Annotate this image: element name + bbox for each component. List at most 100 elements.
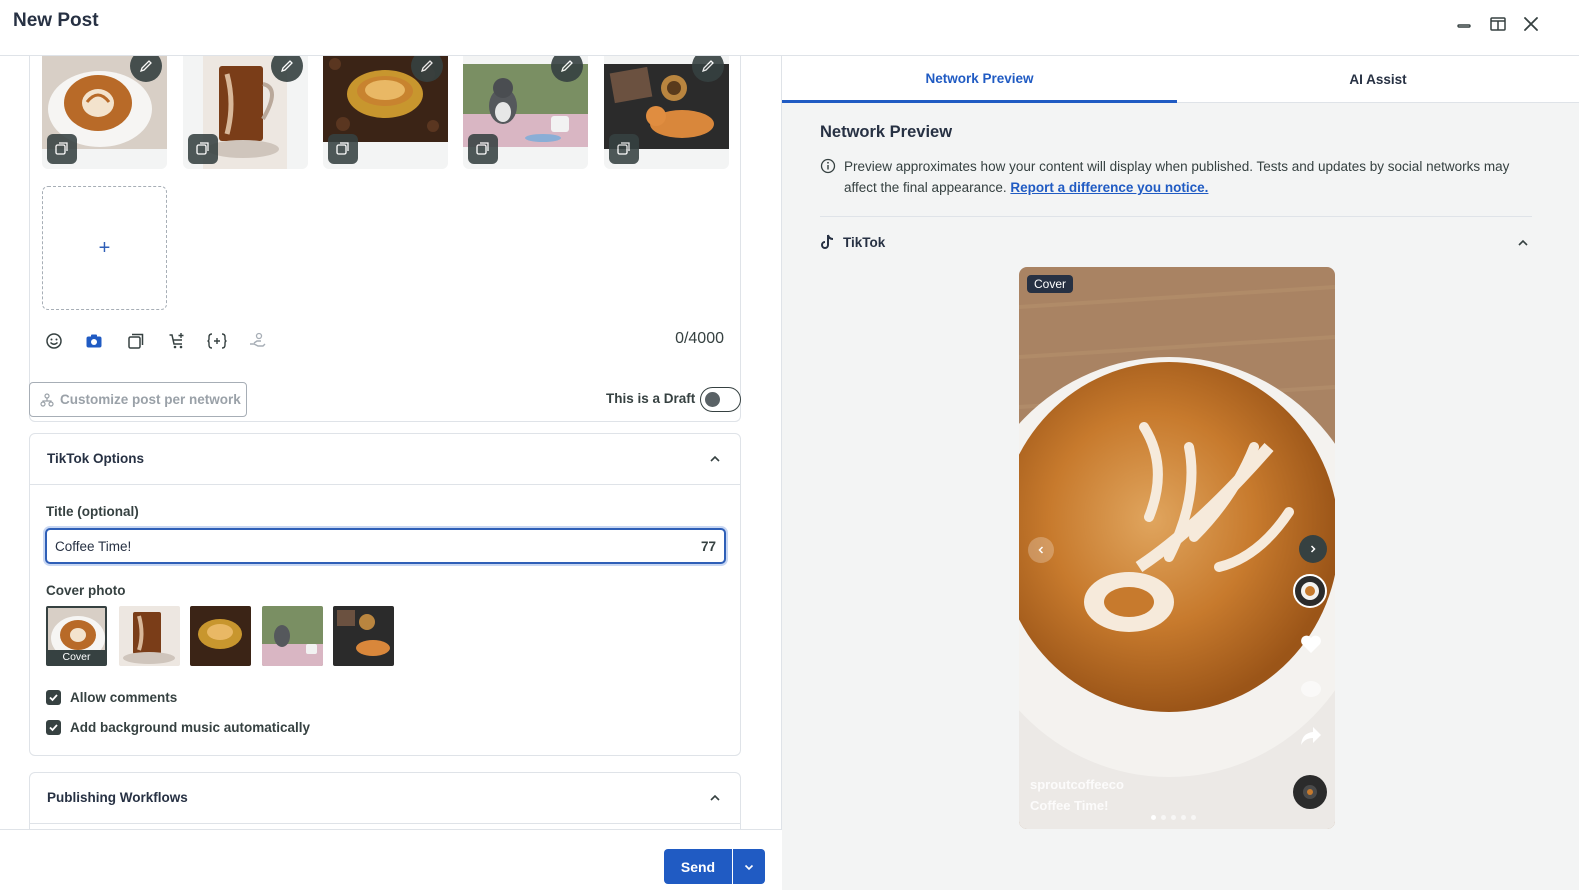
chevron-down-icon [744, 864, 754, 870]
section-title: TikTok Options [47, 451, 145, 466]
customize-per-network-button[interactable]: Customize post per network [29, 382, 247, 417]
like-button[interactable] [1297, 631, 1325, 657]
cover-option-2[interactable] [119, 606, 180, 666]
new-post-window: New Post + 0/4000 Customize post per net… [0, 0, 1579, 890]
background-music-label: Add background music automatically [70, 720, 311, 735]
media-thumbnail[interactable] [463, 56, 588, 169]
pencil-icon [139, 60, 152, 73]
cover-option-3[interactable] [190, 606, 251, 666]
add-media-button[interactable]: + [42, 186, 167, 310]
edit-media-button[interactable] [271, 56, 303, 82]
camera-button[interactable] [83, 330, 105, 352]
compose-column: + 0/4000 Customize post per network This… [0, 56, 782, 890]
copy-icon [336, 142, 349, 155]
slide-dot [1161, 815, 1166, 820]
slide-dot [1181, 815, 1186, 820]
media-thumbnail[interactable] [323, 56, 448, 169]
slide-dot [1171, 815, 1176, 820]
preview-handle: sproutcoffeeco [1030, 777, 1124, 792]
pencil-icon [420, 60, 433, 73]
heart-icon [1301, 635, 1321, 653]
send-options-button[interactable] [733, 849, 765, 884]
maximize-button[interactable] [1487, 13, 1509, 35]
comment-icon [1301, 681, 1321, 697]
tab-network-preview[interactable]: Network Preview [782, 56, 1177, 103]
variables-button[interactable] [206, 330, 228, 352]
share-button[interactable] [1297, 723, 1325, 749]
allow-comments-row[interactable]: Allow comments [46, 690, 177, 705]
report-difference-link[interactable]: Report a difference you notice. [1010, 180, 1208, 195]
allow-comments-label: Allow comments [70, 690, 178, 705]
emoji-button[interactable] [43, 330, 65, 352]
media-thumbnail[interactable] [42, 56, 167, 169]
tiktok-options-header[interactable]: TikTok Options [30, 434, 740, 485]
gallery-icon [128, 333, 144, 349]
comment-button[interactable] [1297, 677, 1325, 703]
pencil-icon [280, 60, 293, 73]
duplicate-media-button[interactable] [468, 134, 498, 164]
network-icon [40, 392, 54, 407]
draft-toggle[interactable] [700, 387, 741, 412]
preview-title: Network Preview [820, 123, 953, 141]
preview-caption: Coffee Time! [1030, 798, 1109, 813]
next-slide-button[interactable] [1299, 535, 1327, 563]
music-disc [1293, 775, 1327, 809]
chevron-up-icon[interactable] [1516, 236, 1530, 250]
profile-avatar [1293, 574, 1327, 608]
chevron-right-icon [1310, 545, 1316, 553]
allow-comments-checkbox[interactable] [46, 690, 61, 705]
network-name: TikTok [843, 234, 886, 250]
avatar-icon [1301, 582, 1319, 600]
slide-dot [1191, 815, 1196, 820]
copy-icon [196, 142, 209, 155]
duplicate-media-button[interactable] [188, 134, 218, 164]
check-icon [49, 724, 58, 732]
tiktok-preview-header[interactable]: TikTok [820, 234, 885, 250]
tab-ai-assist[interactable]: AI Assist [1177, 56, 1579, 103]
emoji-icon [46, 333, 62, 349]
slide-indicator [1151, 815, 1196, 820]
cover-tag: Cover [48, 650, 105, 664]
duplicate-media-button[interactable] [328, 134, 358, 164]
duplicate-media-button[interactable] [47, 134, 77, 164]
pencil-icon [701, 60, 714, 73]
background-music-checkbox[interactable] [46, 720, 61, 735]
copy-icon [55, 142, 68, 155]
character-count: 0/4000 [675, 330, 724, 347]
preview-image [1019, 267, 1335, 829]
background-music-row[interactable]: Add background music automatically [46, 720, 310, 735]
media-thumbnail[interactable] [604, 56, 729, 169]
title-label: Title (optional) [46, 504, 139, 519]
divider [820, 216, 1532, 217]
copy-icon [476, 142, 489, 155]
maximize-icon [1490, 17, 1506, 31]
variables-icon [207, 333, 227, 349]
minimize-button[interactable] [1453, 13, 1475, 35]
previous-slide-button[interactable] [1028, 537, 1054, 563]
giveaway-button[interactable] [246, 330, 268, 352]
hand-icon [250, 332, 266, 347]
minimize-icon [1457, 24, 1471, 28]
media-thumbnail[interactable] [183, 56, 308, 169]
cart-plus-icon [169, 333, 184, 349]
cover-option-1[interactable]: Cover [46, 606, 107, 666]
duplicate-media-button[interactable] [609, 134, 639, 164]
close-button[interactable] [1520, 13, 1542, 35]
cover-option-5[interactable] [333, 606, 394, 666]
add-product-button[interactable] [166, 330, 188, 352]
title-input[interactable] [45, 528, 726, 564]
preview-info: Preview approximates how your content wi… [820, 156, 1540, 198]
gallery-button[interactable] [125, 330, 147, 352]
send-button[interactable]: Send [664, 849, 732, 884]
cover-photo-label: Cover photo [46, 583, 126, 598]
chevron-left-icon [1038, 546, 1044, 554]
tiktok-preview-frame: Cover sproutcoffeeco Coffee Time! [1019, 267, 1335, 829]
chevron-up-icon [710, 455, 720, 462]
pencil-icon [560, 60, 573, 73]
camera-icon [86, 334, 102, 348]
title-char-count: 77 [700, 539, 716, 554]
publishing-workflows-header[interactable]: Publishing Workflows [30, 773, 740, 824]
composer-card: + 0/4000 [29, 56, 741, 422]
plus-icon: + [98, 236, 111, 259]
cover-option-4[interactable] [262, 606, 323, 666]
